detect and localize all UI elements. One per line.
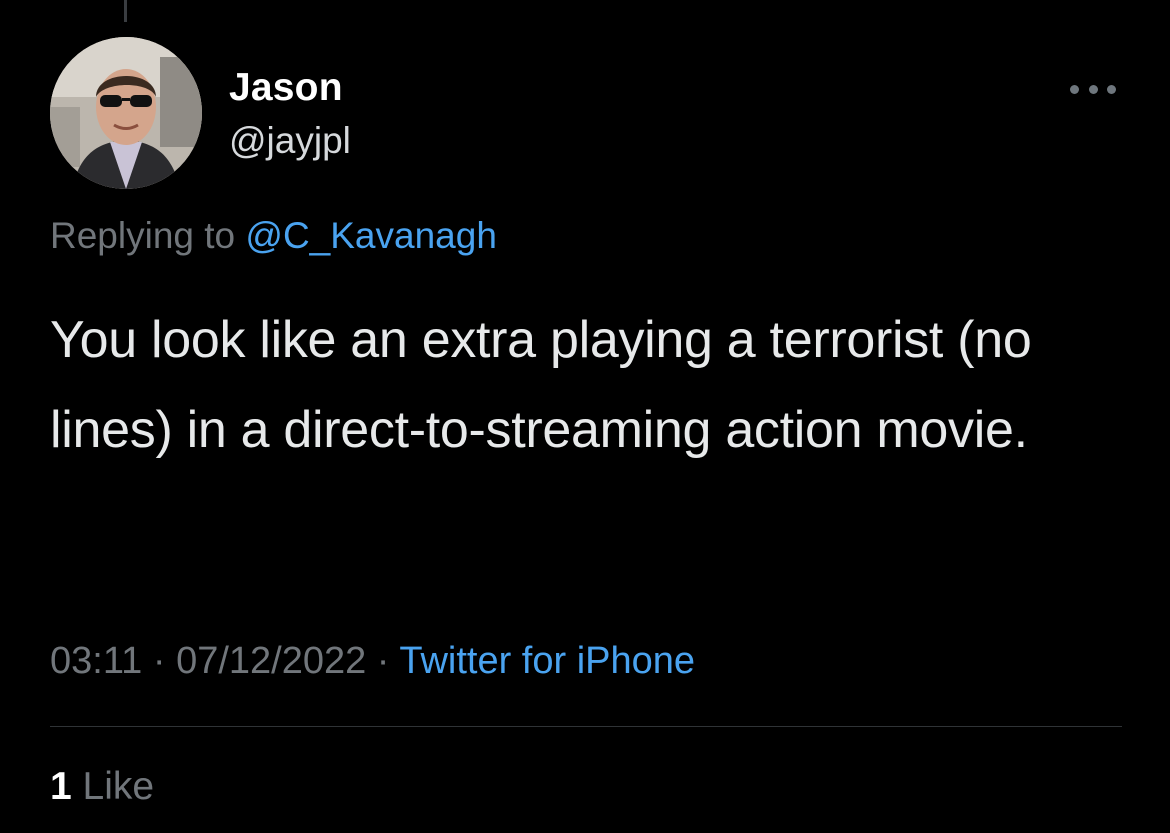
avatar-photo <box>50 37 202 189</box>
author-display-name[interactable]: Jason <box>229 66 343 110</box>
author-handle[interactable]: @jayjpl <box>229 120 351 162</box>
tweet-body-text: You look like an extra playing a terrori… <box>50 311 1032 459</box>
thread-connector-line <box>124 0 127 22</box>
dot <box>1107 84 1116 94</box>
divider <box>50 726 1122 727</box>
replying-to-label: Replying to <box>50 215 246 256</box>
reply-mention-link[interactable]: @C_Kavanagh <box>245 215 497 256</box>
tweet-source-link[interactable]: Twitter for iPhone <box>399 640 695 682</box>
likes-count: 1 <box>50 765 72 808</box>
likes-stat[interactable]: 1 Like <box>50 765 154 809</box>
more-horizontal-icon[interactable] <box>1070 78 1116 100</box>
likes-label: Like <box>82 765 155 808</box>
meta-separator: · <box>142 640 177 682</box>
tweet-metadata: 03:11 · 07/12/2022 · Twitter for iPhone <box>50 640 695 683</box>
dot <box>1070 84 1079 94</box>
meta-separator: · <box>366 640 400 682</box>
dot <box>1088 84 1098 94</box>
tweet-time[interactable]: 03:11 <box>50 640 142 682</box>
tweet-date[interactable]: 07/12/2022 <box>176 640 366 682</box>
author-avatar[interactable] <box>50 37 202 189</box>
replying-to-line: Replying to @C_Kavanagh <box>50 215 497 257</box>
